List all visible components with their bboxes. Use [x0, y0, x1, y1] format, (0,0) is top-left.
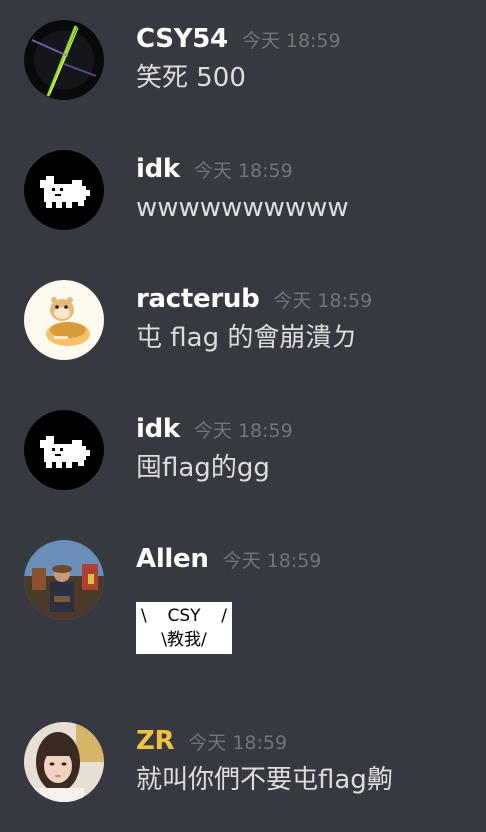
- timestamp: 今天 18:59: [193, 420, 293, 442]
- avatar-hamster-icon: [24, 280, 104, 360]
- username[interactable]: racterub: [136, 284, 260, 314]
- sticker-line-2: \教我/: [136, 628, 232, 652]
- sticker-text: CSY: [167, 606, 201, 626]
- message-item: Allen 今天 18:59 \ CSY / \教我/: [0, 540, 486, 670]
- message-header: idk 今天 18:59: [136, 152, 293, 186]
- avatar[interactable]: [24, 722, 104, 802]
- message-header: ZR 今天 18:59: [136, 724, 287, 758]
- avatar-photo-person-icon: [24, 540, 104, 620]
- avatar-green-streak-icon: [24, 20, 104, 100]
- avatar[interactable]: [24, 410, 104, 490]
- username[interactable]: CSY54: [136, 24, 228, 54]
- message-item: idk 今天 18:59 囤flag的gg: [0, 410, 486, 520]
- avatar[interactable]: [24, 150, 104, 230]
- message-header: idk 今天 18:59: [136, 412, 293, 446]
- message-content: 屯 flag 的會崩潰ㄉ: [136, 323, 358, 353]
- message-item: racterub 今天 18:59 屯 flag 的會崩潰ㄉ: [0, 280, 486, 390]
- avatar-pixel-dog-icon: [24, 150, 104, 230]
- timestamp: 今天 18:59: [222, 550, 322, 572]
- avatar-photo-girl-icon: [24, 722, 104, 802]
- avatar[interactable]: [24, 540, 104, 620]
- username[interactable]: idk: [136, 414, 180, 444]
- sticker-text: \教我/: [161, 630, 207, 650]
- message-header: racterub 今天 18:59: [136, 282, 372, 316]
- timestamp: 今天 18:59: [241, 30, 341, 52]
- message-content: 囤flag的gg: [136, 453, 270, 483]
- avatar[interactable]: [24, 280, 104, 360]
- message-content: wwwwwwwwww: [136, 193, 349, 223]
- username[interactable]: ZR: [136, 726, 175, 756]
- timestamp: 今天 18:59: [193, 160, 293, 182]
- message-header: Allen 今天 18:59: [136, 542, 321, 576]
- username[interactable]: idk: [136, 154, 180, 184]
- message-item: ZR 今天 18:59 就叫你們不要屯flag齁: [0, 722, 486, 832]
- message-content: 笑死 500: [136, 63, 246, 93]
- message-item: idk 今天 18:59 wwwwwwwwww: [0, 150, 486, 260]
- message-header: CSY54 今天 18:59: [136, 22, 341, 56]
- sticker-image[interactable]: \ CSY / \教我/: [136, 602, 232, 654]
- sticker-text: /: [221, 606, 227, 626]
- sticker-line-1: \ CSY /: [136, 604, 232, 628]
- avatar-pixel-dog-icon: [24, 410, 104, 490]
- message-content: 就叫你們不要屯flag齁: [136, 765, 393, 795]
- username[interactable]: Allen: [136, 544, 209, 574]
- timestamp: 今天 18:59: [188, 732, 288, 754]
- timestamp: 今天 18:59: [273, 290, 373, 312]
- avatar[interactable]: [24, 20, 104, 100]
- message-item: CSY54 今天 18:59 笑死 500: [0, 20, 486, 130]
- sticker-text: \: [141, 606, 147, 626]
